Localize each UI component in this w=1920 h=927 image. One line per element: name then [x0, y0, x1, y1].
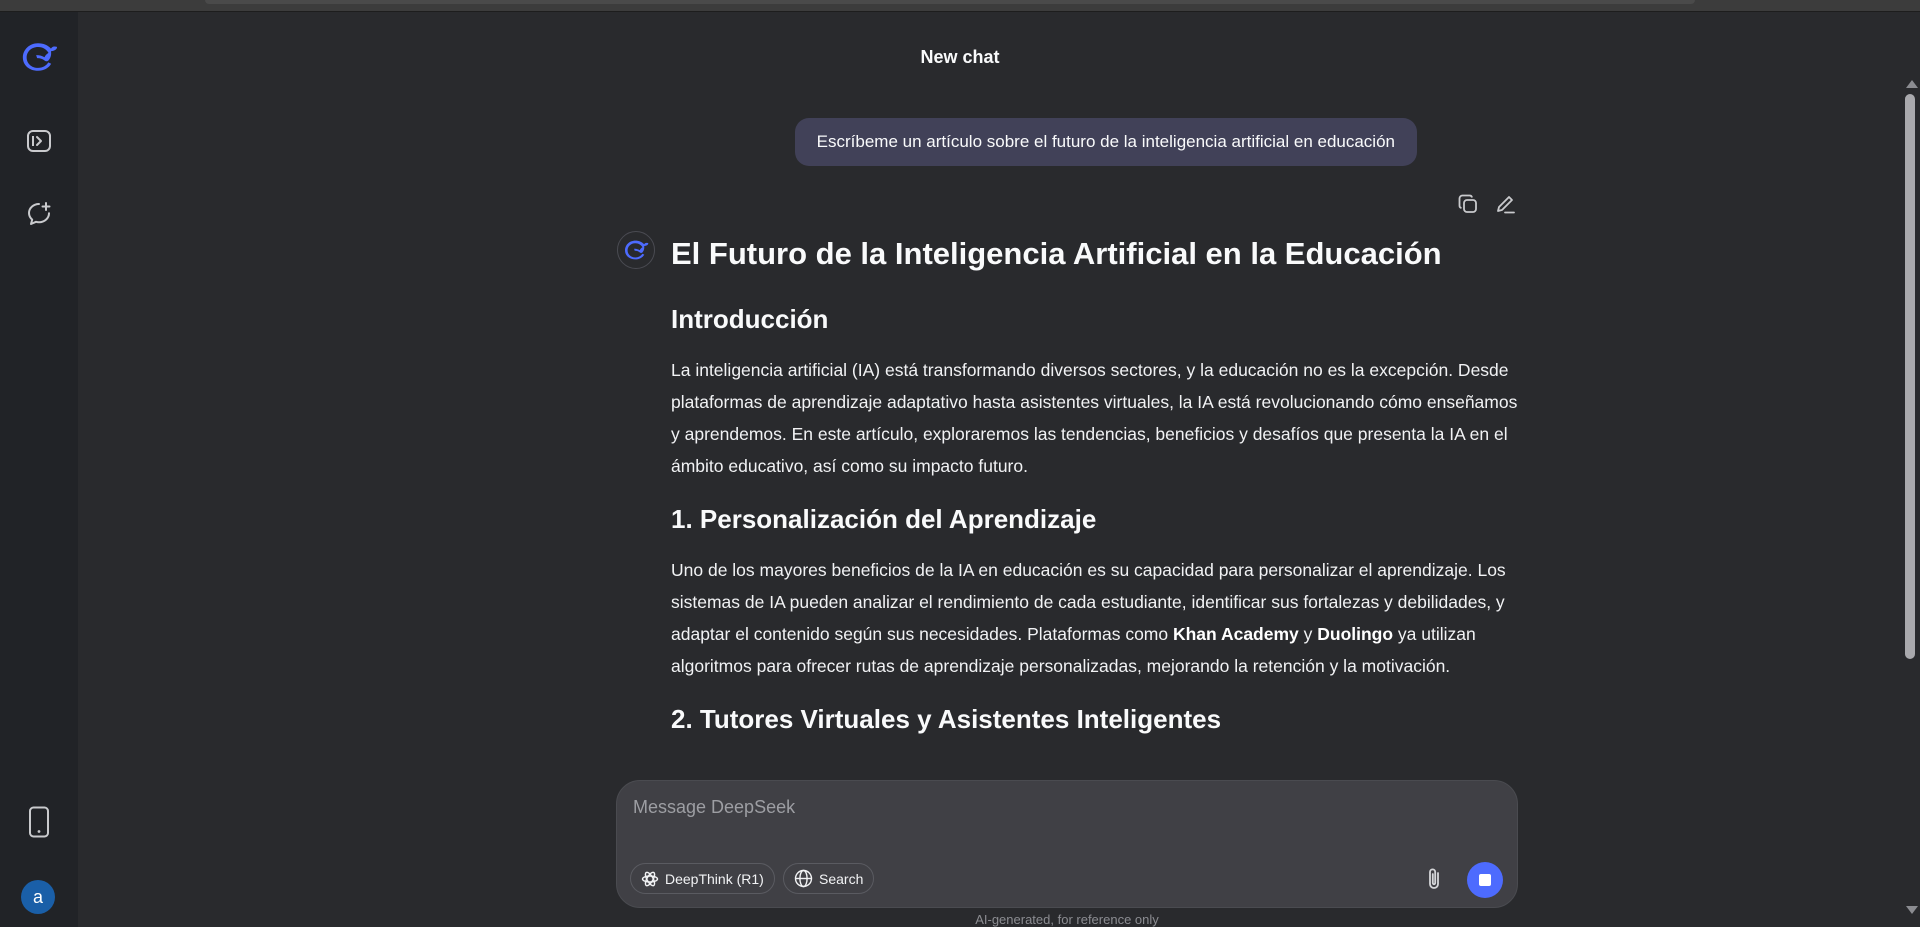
message-composer[interactable]: Message DeepSeek DeepThink (R1) Search: [616, 780, 1518, 908]
bold-text: Khan Academy: [1172, 624, 1299, 644]
search-label: Search: [819, 870, 864, 887]
bold-text: Duolingo: [1317, 624, 1394, 644]
edit-button[interactable]: [1493, 192, 1517, 216]
section-paragraph: Uno de los mayores beneficios de la IA e…: [671, 554, 1521, 682]
paragraph-text: y: [1298, 624, 1318, 644]
phone-icon: [29, 806, 49, 838]
paperclip-icon: [1429, 868, 1439, 889]
scroll-down-icon[interactable]: [1906, 906, 1918, 914]
user-message: Escríbeme un artículo sobre el futuro de…: [794, 118, 1417, 166]
browser-top-strip: [0, 0, 1920, 12]
globe-icon: [794, 869, 813, 888]
new-chat-button[interactable]: [20, 195, 58, 233]
section-heading: 2. Tutores Virtuales y Asistentes Inteli…: [671, 704, 1222, 734]
atom-icon: [641, 871, 659, 886]
assistant-answer: El Futuro de la Inteligencia Artificial …: [671, 234, 1521, 770]
scroll-up-icon[interactable]: [1906, 80, 1918, 88]
open-sidebar-button[interactable]: [20, 122, 58, 160]
section-heading: 1. Personalización del Aprendizaje: [671, 504, 1097, 534]
stop-generation-button[interactable]: [1467, 862, 1503, 898]
copy-button[interactable]: [1456, 192, 1480, 216]
sidebar: a: [0, 12, 78, 927]
ai-disclaimer: AI-generated, for reference only: [975, 912, 1159, 927]
assistant-avatar: [617, 231, 655, 269]
sidebar-toggle-icon: [27, 130, 51, 152]
answer-title: El Futuro de la Inteligencia Artificial …: [671, 236, 1442, 271]
search-toggle[interactable]: Search: [783, 863, 875, 894]
scroll-thumb[interactable]: [1905, 94, 1915, 659]
stop-icon: [1479, 874, 1491, 886]
chat-main: New chat Escríbeme un artículo sobre el …: [78, 12, 1900, 927]
message-actions: [1456, 192, 1517, 216]
deepseek-whale-icon: [625, 240, 649, 260]
new-chat-icon: [28, 202, 51, 225]
deepthink-toggle[interactable]: DeepThink (R1): [630, 863, 775, 894]
attach-file-button[interactable]: [1421, 866, 1447, 892]
deepthink-label: DeepThink (R1): [665, 870, 764, 887]
copy-icon: [1458, 194, 1477, 213]
get-app-button[interactable]: [20, 803, 58, 841]
message-input[interactable]: Message DeepSeek: [633, 797, 795, 818]
pencil-icon: [1497, 196, 1515, 214]
user-avatar[interactable]: a: [21, 880, 55, 914]
section-paragraph: La inteligencia artificial (IA) está tra…: [671, 360, 1518, 476]
address-bar-edge: [205, 0, 1695, 4]
page-title: New chat: [920, 47, 1000, 67]
scrollbar[interactable]: [1900, 76, 1920, 927]
section-heading: Introducción: [671, 304, 829, 334]
